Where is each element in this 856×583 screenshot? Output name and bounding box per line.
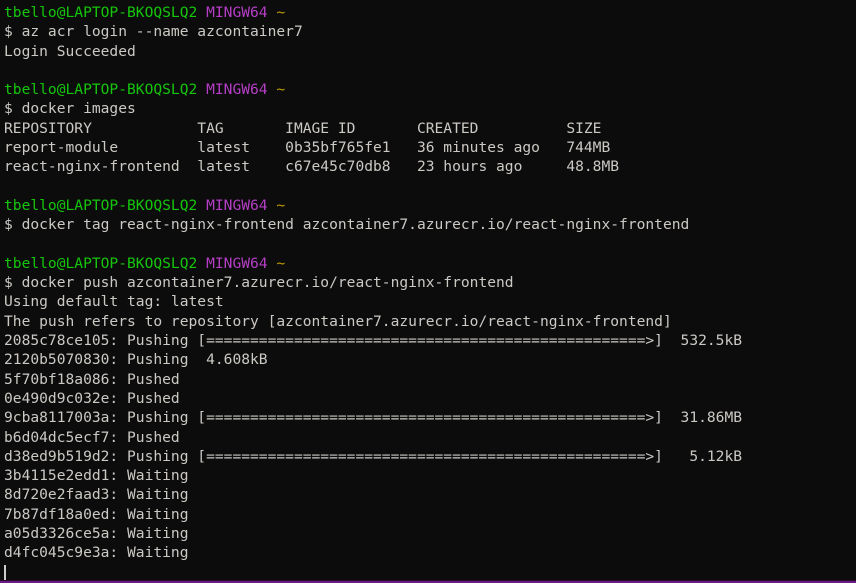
terminal-window[interactable]: tbello@LAPTOP-BKOQSLQ2 MINGW64 ~ $ az acr… xyxy=(0,0,856,583)
terminal-screen[interactable]: tbello@LAPTOP-BKOQSLQ2 MINGW64 ~ $ az acr… xyxy=(4,3,856,582)
prompt-user-host: tbello@LAPTOP-BKOQSLQ2 xyxy=(4,4,198,21)
output-line: 3b4115e2edd1: Waiting xyxy=(4,467,189,485)
output-line: Using default tag: latest xyxy=(4,293,224,311)
output-line: d4fc045c9e3a: Waiting xyxy=(4,544,189,562)
output-line: REPOSITORY TAG IMAGE ID CREATED SIZE xyxy=(4,119,602,137)
prompt-cwd: ~ xyxy=(276,196,286,214)
prompt-cwd: ~ xyxy=(276,4,286,21)
prompt-user-host: tbello@LAPTOP-BKOQSLQ2 xyxy=(4,254,198,272)
output-line: 2120b5070830: Pushing 4.608kB xyxy=(4,351,268,369)
shell-prompt-line: tbello@LAPTOP-BKOQSLQ2 MINGW64 ~ xyxy=(4,80,856,99)
output-line: Login Succeeded xyxy=(4,42,136,60)
output-line: 5f70bf18a086: Pushed xyxy=(4,370,180,388)
prompt-shell-label: MINGW64 xyxy=(206,254,268,272)
shell-prompt-line: tbello@LAPTOP-BKOQSLQ2 MINGW64 ~ xyxy=(4,3,856,22)
command-line: $ docker tag react-nginx-frontend azcont… xyxy=(4,216,690,234)
command-line: $ az acr login --name azcontainer7 xyxy=(4,23,303,41)
command-line: $ docker images xyxy=(4,100,136,118)
prompt-shell-label: MINGW64 xyxy=(206,81,268,99)
prompt-user-host: tbello@LAPTOP-BKOQSLQ2 xyxy=(4,196,198,214)
text-cursor xyxy=(4,564,6,580)
shell-prompt-line: tbello@LAPTOP-BKOQSLQ2 MINGW64 ~ xyxy=(4,196,856,215)
prompt-shell-label: MINGW64 xyxy=(206,196,268,214)
prompt-shell-label: MINGW64 xyxy=(206,4,268,21)
prompt-cwd: ~ xyxy=(276,254,286,272)
output-line: b6d04dc5ecf7: Pushed xyxy=(4,428,180,446)
output-line: a05d3326ce5a: Waiting xyxy=(4,525,189,543)
prompt-cwd: ~ xyxy=(276,81,286,99)
output-line: react-nginx-frontend latest c67e45c70db8… xyxy=(4,158,620,176)
output-line: 7b87df18a0ed: Waiting xyxy=(4,505,189,523)
cursor-line xyxy=(4,563,856,582)
output-line: The push refers to repository [azcontain… xyxy=(4,312,672,330)
output-line: 2085c78ce105: Pushing [=================… xyxy=(4,332,743,350)
output-line: 9cba8117003a: Pushing [=================… xyxy=(4,409,743,427)
output-line: 8d720e2faad3: Waiting xyxy=(4,486,189,504)
output-line: d38ed9b519d2: Pushing [=================… xyxy=(4,447,743,465)
prompt-user-host: tbello@LAPTOP-BKOQSLQ2 xyxy=(4,81,198,99)
output-line: 0e490d9c032e: Pushed xyxy=(4,389,180,407)
command-line: $ docker push azcontainer7.azurecr.io/re… xyxy=(4,274,514,292)
shell-prompt-line: tbello@LAPTOP-BKOQSLQ2 MINGW64 ~ xyxy=(4,254,856,273)
output-line: report-module latest 0b35bf765fe1 36 min… xyxy=(4,139,611,157)
